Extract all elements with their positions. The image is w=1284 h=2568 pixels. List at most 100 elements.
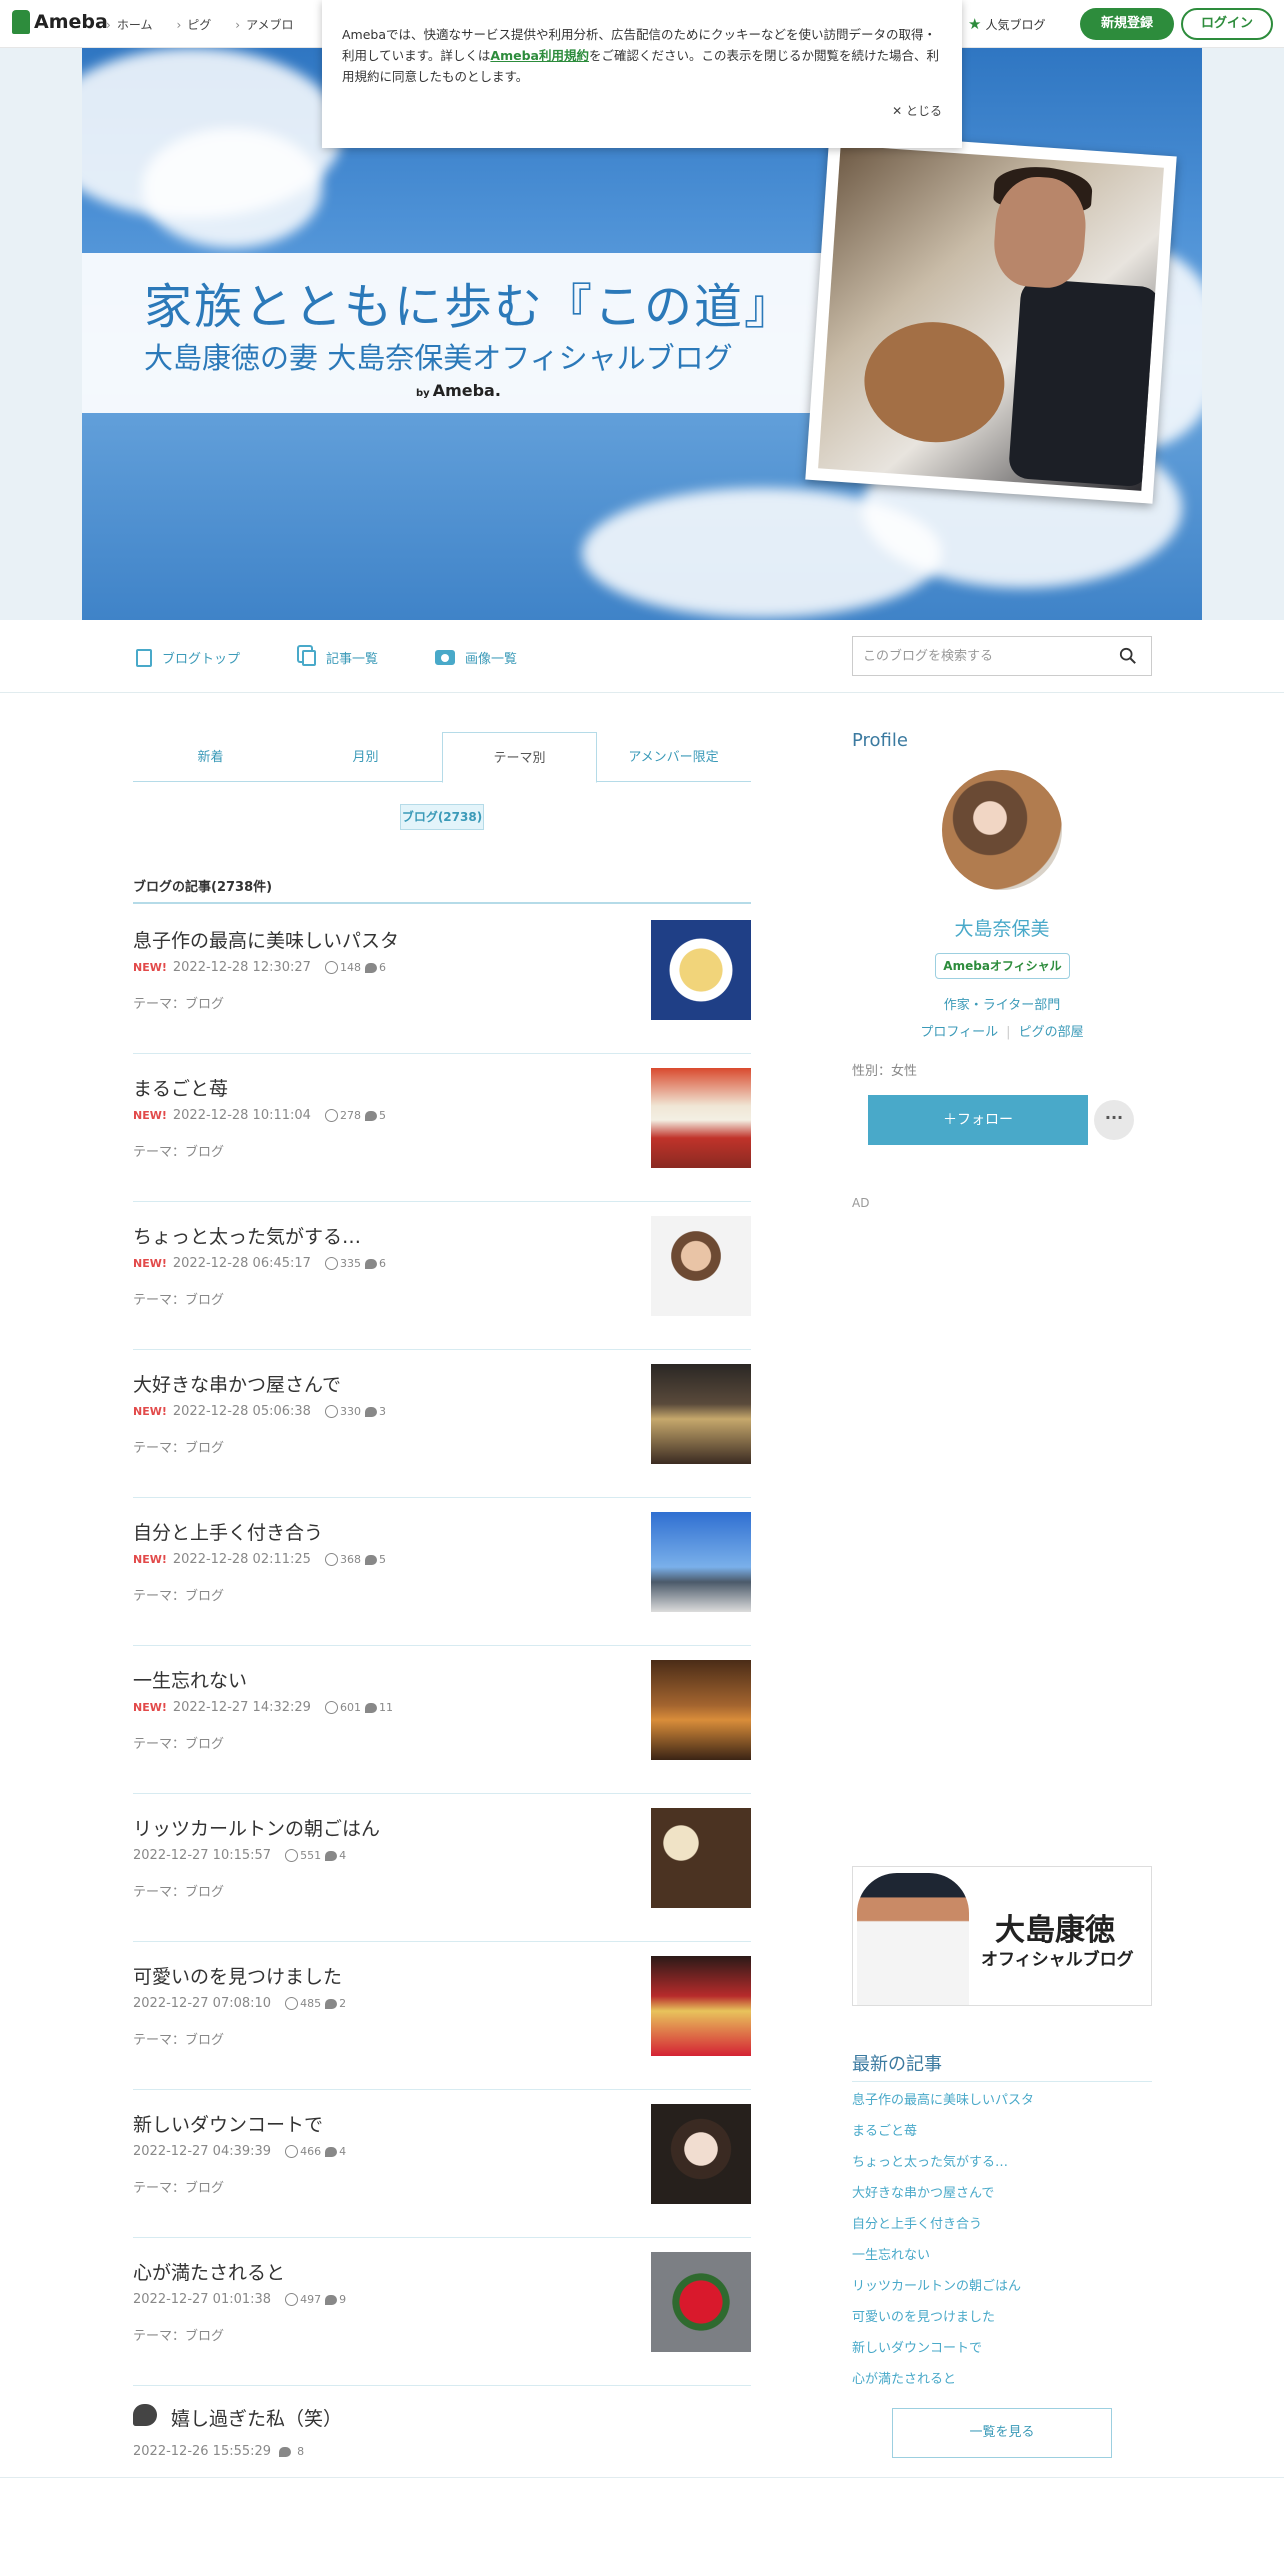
article-theme[interactable]: テーマ：ブログ bbox=[133, 1733, 224, 1752]
article-title[interactable]: 息子作の最高に美味しいパスタ bbox=[133, 926, 399, 953]
blog-top-link[interactable]: ブログトップ bbox=[136, 648, 240, 667]
profile-category[interactable]: 作家・ライター部門 bbox=[852, 994, 1152, 1013]
article-date: 2022-12-27 14:32:29 bbox=[172, 1700, 311, 1715]
article-row[interactable]: 自分と上手く付き合う NEW! 2022-12-28 02:11:25 368 5 テーマ… bbox=[133, 1498, 751, 1646]
article-title[interactable]: リッツカールトンの朝ごはん bbox=[133, 1814, 380, 1841]
article-thumbnail[interactable] bbox=[651, 1956, 751, 2056]
article-title[interactable]: 心が満たされると bbox=[133, 2258, 285, 2285]
follow-button[interactable]: ＋フォロー bbox=[868, 1095, 1088, 1145]
article-date: 2022-12-26 15:55:29 bbox=[133, 2444, 272, 2459]
article-row[interactable]: まるごと苺 NEW! 2022-12-28 10:11:04 278 5 テーマ：ブログ bbox=[133, 1054, 751, 1202]
recent-article-link[interactable]: ちょっと太った気がする… bbox=[852, 2154, 1152, 2185]
article-theme[interactable]: テーマ：ブログ bbox=[133, 1437, 224, 1456]
search-icon[interactable] bbox=[1119, 647, 1137, 665]
cookie-notice: Amebaでは、快適なサービス提供や利用分析、広告配信のためにクッキーなどを使い… bbox=[322, 0, 962, 148]
article-row[interactable]: 可愛いのを見つけました 2022-12-27 07:08:10 485 2 テーマ：ブロ… bbox=[133, 1942, 751, 2090]
article-meta: NEW! 2022-12-28 05:06:38 330 3 bbox=[133, 1404, 386, 1419]
more-options-button[interactable]: ··· bbox=[1094, 1100, 1134, 1140]
like-icon bbox=[324, 1701, 338, 1714]
new-badge: NEW! bbox=[133, 1405, 167, 1418]
tab-amember[interactable]: アメンバー限定 bbox=[596, 732, 751, 782]
article-thumbnail[interactable] bbox=[651, 2104, 751, 2204]
article-title[interactable]: 新しいダウンコートで bbox=[133, 2110, 323, 2137]
list-item[interactable]: 嬉し過ぎた私（笑） 2022-12-26 15:55:29 8 bbox=[133, 2400, 751, 2470]
like-count: 551 bbox=[300, 1849, 322, 1862]
recent-article-link[interactable]: 心が満たされると bbox=[852, 2371, 1152, 2402]
blog-search-input[interactable] bbox=[863, 637, 1103, 675]
see-all-button[interactable]: 一覧を見る bbox=[892, 2408, 1112, 2458]
article-theme[interactable]: テーマ：ブログ bbox=[133, 1141, 224, 1160]
article-title[interactable]: 自分と上手く付き合う bbox=[133, 1518, 323, 1545]
comment-count: 6 bbox=[378, 961, 386, 974]
article-theme[interactable]: テーマ：ブログ bbox=[133, 1881, 224, 1900]
article-thumbnail[interactable] bbox=[651, 1364, 751, 1464]
nav-home[interactable]: › ホーム bbox=[106, 16, 152, 33]
article-row[interactable]: 大好きな串かつ屋さんで NEW! 2022-12-28 05:06:38 330 3 テー… bbox=[133, 1350, 751, 1498]
article-list-heading: ブログの記事(2738件) bbox=[133, 876, 751, 904]
recent-article-link[interactable]: 新しいダウンコートで bbox=[852, 2340, 1152, 2371]
article-title[interactable]: 一生忘れない bbox=[133, 1666, 247, 1693]
recent-article-link[interactable]: 一生忘れない bbox=[852, 2247, 1152, 2278]
article-title[interactable]: 嬉し過ぎた私（笑） bbox=[171, 2404, 342, 2431]
recent-article-link[interactable]: 可愛いのを見つけました bbox=[852, 2309, 1152, 2340]
article-title[interactable]: 可愛いのを見つけました bbox=[133, 1962, 342, 1989]
article-thumbnail[interactable] bbox=[651, 1808, 751, 1908]
theme-chip-blog[interactable]: ブログ(2738) bbox=[400, 804, 484, 830]
comment-count: 11 bbox=[378, 1701, 393, 1714]
article-row[interactable]: 一生忘れない NEW! 2022-12-27 14:32:29 601 11 テーマ：ブロ… bbox=[133, 1646, 751, 1794]
article-thumbnail[interactable] bbox=[651, 1216, 751, 1316]
article-theme[interactable]: テーマ：ブログ bbox=[133, 2029, 224, 2048]
popular-blog-link[interactable]: ★ 人気ブログ bbox=[968, 15, 1045, 33]
article-title[interactable]: まるごと苺 bbox=[133, 1074, 228, 1101]
official-blog-banner[interactable]: 大島康徳 オフィシャルブログ bbox=[852, 1866, 1152, 2006]
register-button[interactable]: 新規登録 bbox=[1080, 8, 1174, 40]
article-thumbnail[interactable] bbox=[651, 2252, 751, 2352]
article-theme[interactable]: テーマ：ブログ bbox=[133, 1289, 224, 1308]
article-theme[interactable]: テーマ：ブログ bbox=[133, 1585, 224, 1604]
article-theme[interactable]: テーマ：ブログ bbox=[133, 2325, 224, 2344]
article-thumbnail[interactable] bbox=[651, 1660, 751, 1760]
article-row[interactable]: 新しいダウンコートで 2022-12-27 04:39:39 466 4 テーマ：ブログ bbox=[133, 2090, 751, 2238]
article-row[interactable]: ちょっと太った気がする… NEW! 2022-12-28 06:45:17 335 6 テ… bbox=[133, 1202, 751, 1350]
avatar[interactable] bbox=[942, 770, 1062, 890]
article-thumbnail[interactable] bbox=[651, 1068, 751, 1168]
cookie-close-button[interactable]: ✕ とじる bbox=[892, 102, 942, 119]
recent-article-link[interactable]: 息子作の最高に美味しいパスタ bbox=[852, 2092, 1152, 2123]
pigg-room-link[interactable]: ピグの部屋 bbox=[1019, 1025, 1084, 1040]
like-count: 368 bbox=[339, 1553, 361, 1566]
article-title[interactable]: ちょっと太った気がする… bbox=[133, 1222, 361, 1249]
article-title[interactable]: 大好きな串かつ屋さんで bbox=[133, 1370, 341, 1397]
article-meta: NEW! 2022-12-28 10:11:04 278 5 bbox=[133, 1108, 386, 1123]
recent-article-link[interactable]: 自分と上手く付き合う bbox=[852, 2216, 1152, 2247]
profile-link[interactable]: プロフィール bbox=[920, 1025, 998, 1040]
tab-new[interactable]: 新着 bbox=[133, 732, 288, 782]
new-badge: NEW! bbox=[133, 1701, 167, 1714]
image-list-link[interactable]: 画像一覧 bbox=[435, 648, 517, 667]
article-meta: NEW! 2022-12-28 12:30:27 148 6 bbox=[133, 960, 386, 975]
ameba-logo[interactable]: Ameba bbox=[12, 10, 108, 34]
recent-article-link[interactable]: リッツカールトンの朝ごはん bbox=[852, 2278, 1152, 2309]
recent-article-link[interactable]: まるごと苺 bbox=[852, 2123, 1152, 2154]
comment-count: 5 bbox=[378, 1553, 386, 1566]
tab-monthly[interactable]: 月別 bbox=[288, 732, 443, 782]
article-row[interactable]: 心が満たされると 2022-12-27 01:01:38 497 9 テーマ：ブログ bbox=[133, 2238, 751, 2386]
ameba-logo-text: Ameba bbox=[34, 11, 108, 33]
article-thumbnail[interactable] bbox=[651, 920, 751, 1020]
official-badge[interactable]: Amebaオフィシャル bbox=[935, 953, 1070, 979]
nav-pigg[interactable]: › ピグ bbox=[176, 16, 211, 33]
article-row[interactable]: リッツカールトンの朝ごはん 2022-12-27 10:15:57 551 4 テーマ：… bbox=[133, 1794, 751, 1942]
article-list-link[interactable]: 記事一覧 bbox=[302, 648, 378, 667]
profile-name[interactable]: 大島奈保美 bbox=[852, 914, 1152, 941]
login-button[interactable]: ログイン bbox=[1181, 8, 1273, 40]
article-row[interactable]: 息子作の最高に美味しいパスタ NEW! 2022-12-28 12:30:27 148… bbox=[133, 906, 751, 1054]
tab-theme[interactable]: テーマ別 bbox=[442, 732, 597, 783]
comment-icon bbox=[364, 1110, 377, 1121]
nav-ameblo[interactable]: › アメブロ bbox=[235, 16, 293, 33]
new-badge: NEW! bbox=[133, 1553, 167, 1566]
article-theme[interactable]: テーマ：ブログ bbox=[133, 2177, 224, 2196]
recent-article-link[interactable]: 大好きな串かつ屋さんで bbox=[852, 2185, 1152, 2216]
terms-link[interactable]: Ameba利用規約 bbox=[490, 48, 589, 63]
article-theme[interactable]: テーマ：ブログ bbox=[133, 993, 224, 1012]
comment-icon bbox=[364, 962, 377, 973]
article-thumbnail[interactable] bbox=[651, 1512, 751, 1612]
